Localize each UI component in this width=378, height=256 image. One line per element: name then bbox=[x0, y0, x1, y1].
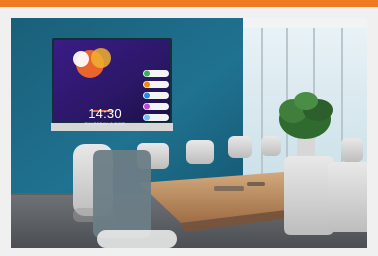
menu-dot-blue bbox=[144, 92, 150, 99]
screen-blob bbox=[91, 48, 111, 68]
menu-dot-purple bbox=[144, 103, 150, 110]
image-frame: 14:30 THURSDAY, 2 JUNE bbox=[0, 0, 378, 256]
front-chair bbox=[93, 150, 151, 238]
ceiling-strip bbox=[243, 18, 367, 28]
conference-room-photo: 14:30 THURSDAY, 2 JUNE bbox=[11, 18, 367, 248]
screen-time: 14:30 bbox=[88, 106, 122, 121]
menu-dot-lightblue bbox=[144, 114, 150, 121]
screen-blob bbox=[73, 51, 89, 67]
conference-room-illustration bbox=[11, 18, 367, 248]
window-mullion bbox=[261, 28, 263, 188]
menu-dot-green bbox=[144, 70, 150, 77]
accent-top-bar bbox=[0, 0, 378, 7]
table-device bbox=[214, 186, 244, 191]
table-device bbox=[247, 182, 265, 186]
menu-dot-orange bbox=[144, 81, 150, 88]
screen-date: THURSDAY, 2 JUNE bbox=[84, 121, 126, 126]
